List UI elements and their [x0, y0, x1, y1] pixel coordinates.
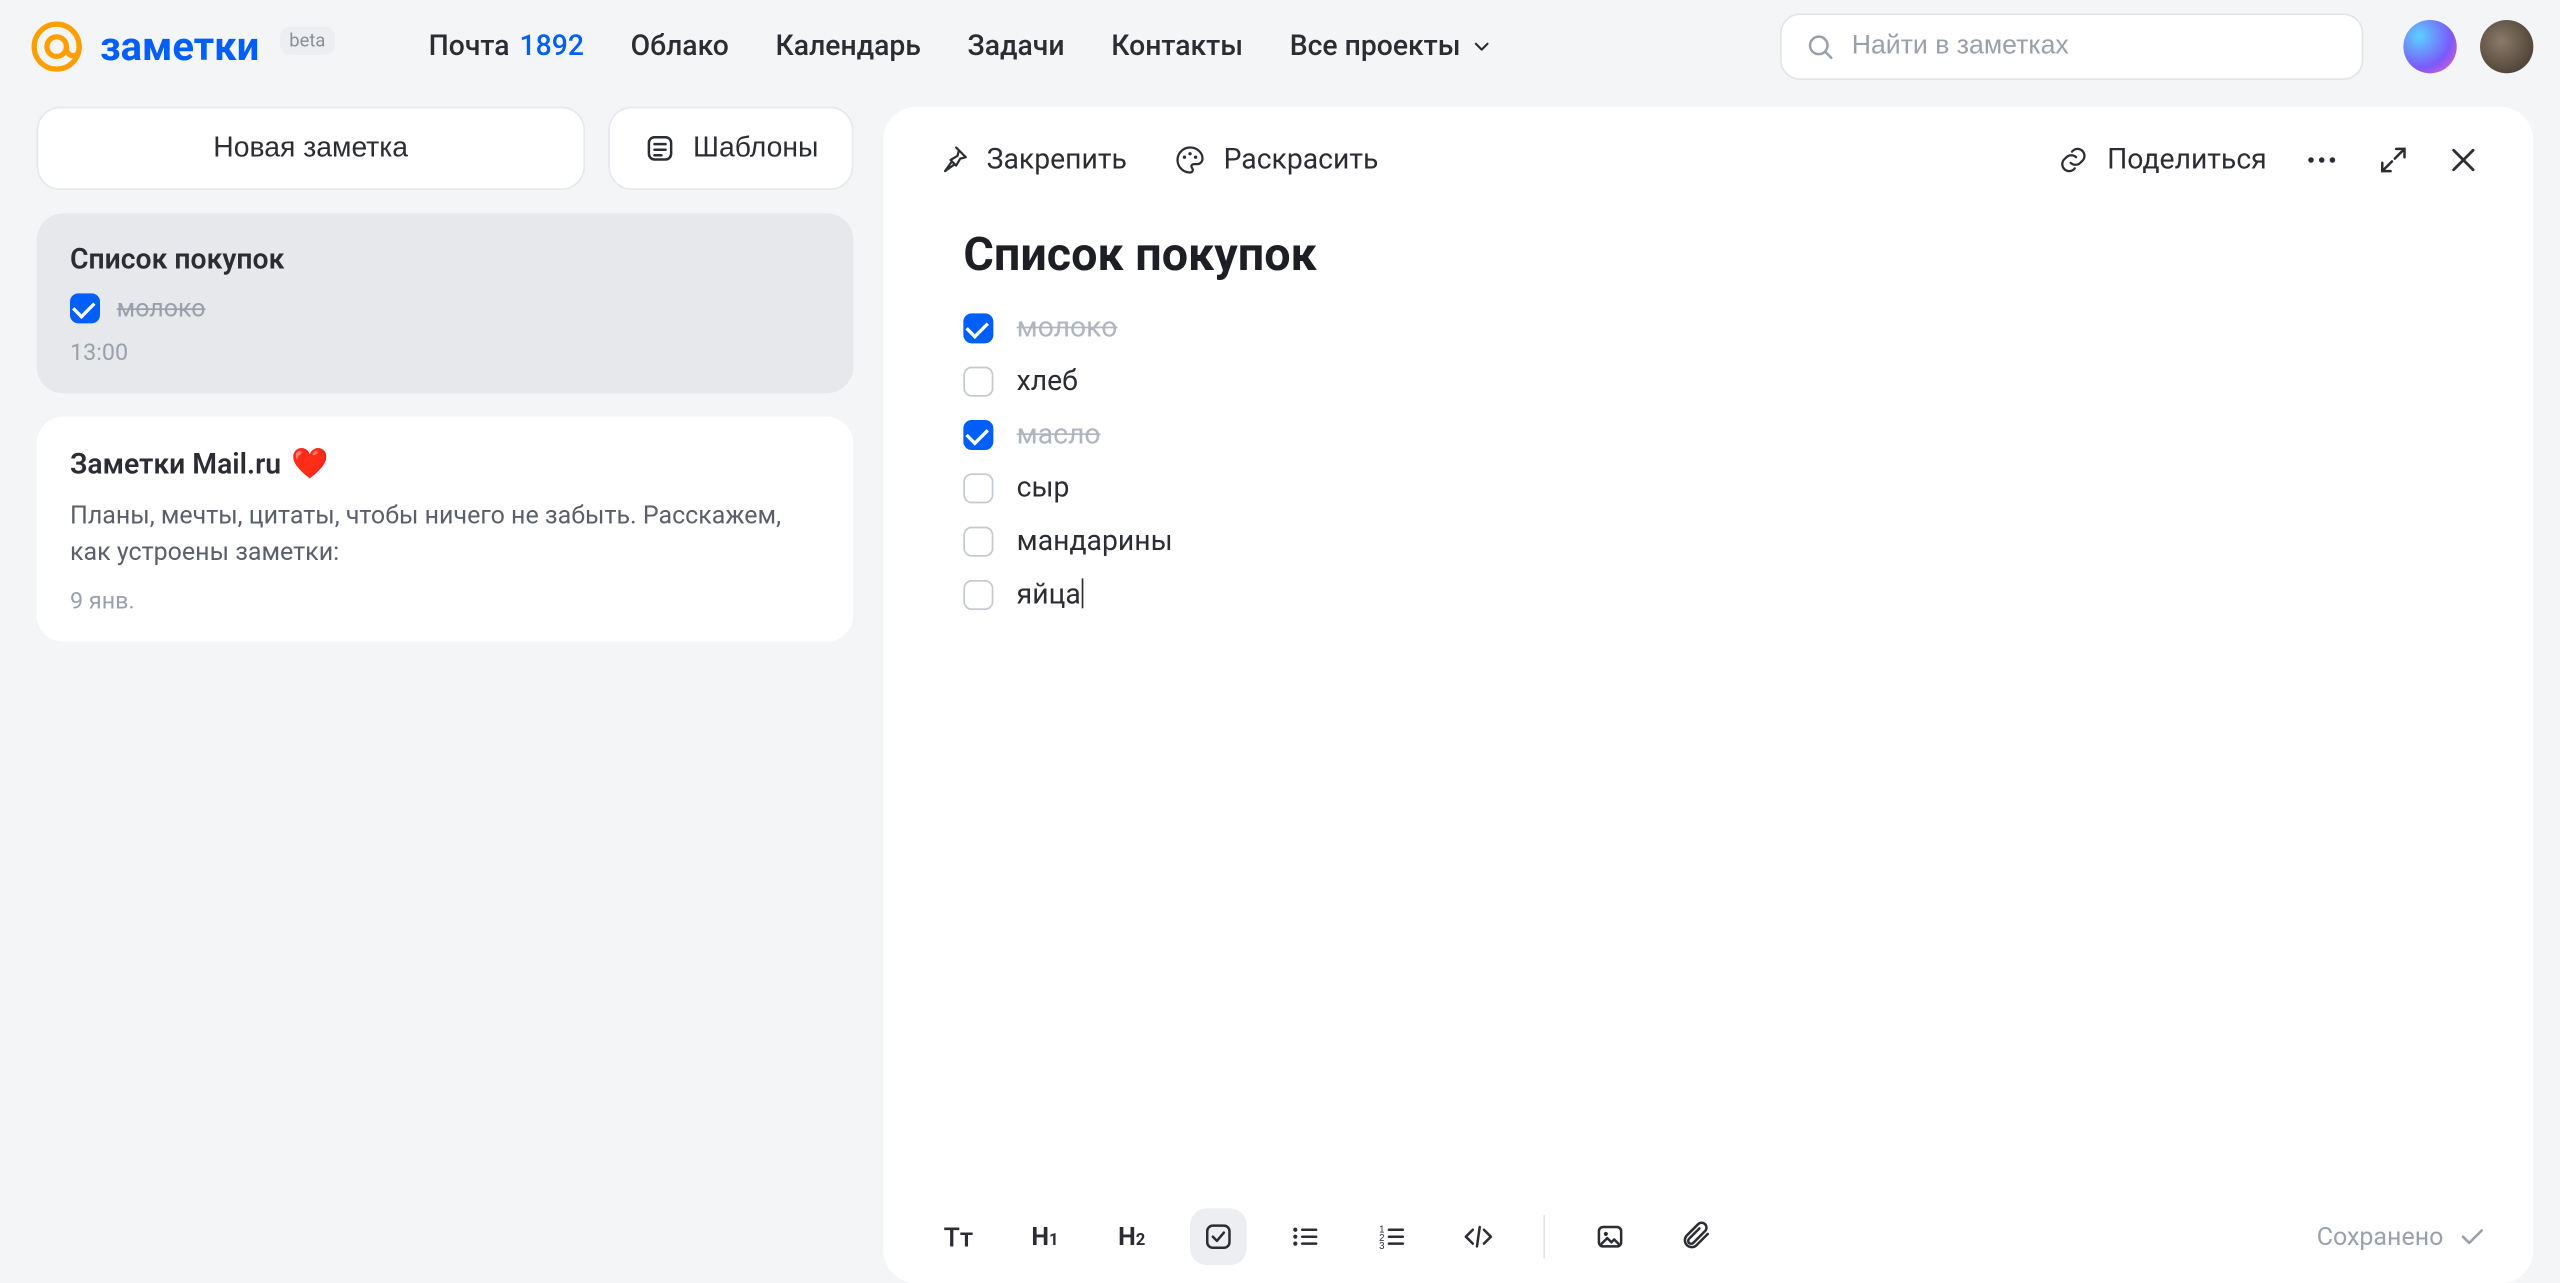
checklist-item[interactable]: мандарины: [963, 525, 2453, 558]
note-card-title: Список покупок: [70, 243, 820, 276]
note-title[interactable]: Список покупок: [963, 227, 2453, 282]
numbered-list-icon: 123: [1375, 1220, 1408, 1253]
at-sign-icon: [27, 17, 87, 77]
separator: [1543, 1215, 1545, 1258]
checkbox[interactable]: [963, 473, 993, 503]
user-avatar[interactable]: [2480, 20, 2533, 73]
assistant-orb-icon[interactable]: [2403, 20, 2456, 73]
sidebar: Новая заметка Шаблоны Список покупок мол…: [37, 107, 854, 1283]
checklist-item-label[interactable]: яйца: [1017, 578, 1084, 611]
templates-icon: [643, 132, 676, 165]
checklist-item-label[interactable]: молоко: [1017, 312, 1118, 345]
bullet-list-icon: [1288, 1220, 1321, 1253]
format-code-button[interactable]: [1450, 1208, 1507, 1265]
heart-icon: ❤️: [291, 447, 328, 482]
color-button[interactable]: Раскрасить: [1174, 143, 1379, 176]
logo-text: заметки: [100, 23, 259, 70]
format-numbered-list-button[interactable]: 123: [1363, 1208, 1420, 1265]
nav-projects[interactable]: Все проекты: [1290, 30, 1494, 63]
format-checklist-button[interactable]: [1190, 1208, 1247, 1265]
logo[interactable]: заметки beta: [27, 17, 336, 77]
note-card-time: 9 янв.: [70, 588, 820, 615]
insert-image-button[interactable]: [1582, 1208, 1639, 1265]
checklist-item[interactable]: молоко: [963, 312, 2453, 345]
note-card[interactable]: Список покупок молоко 13:00: [37, 213, 854, 393]
checklist-item[interactable]: масло: [963, 418, 2453, 451]
nav-cloud[interactable]: Облако: [631, 30, 729, 63]
format-text-button[interactable]: Tт: [930, 1208, 987, 1265]
close-icon: [2447, 143, 2480, 176]
nav-mail[interactable]: Почта 1892: [429, 30, 584, 63]
checklist-item-label[interactable]: сыр: [1017, 472, 1070, 505]
image-icon: [1593, 1220, 1626, 1253]
check-square-icon: [1202, 1220, 1235, 1253]
close-button[interactable]: [2447, 143, 2480, 176]
dots-horizontal-icon: [2303, 142, 2340, 179]
attach-file-button[interactable]: [1668, 1208, 1725, 1265]
checkbox[interactable]: [963, 420, 993, 450]
sidebar-actions: Новая заметка Шаблоны: [37, 107, 854, 190]
checkbox[interactable]: [963, 367, 993, 397]
checkbox[interactable]: [963, 580, 993, 610]
search-box[interactable]: [1780, 13, 2363, 80]
note-card-title: Заметки Mail.ru ❤️: [70, 447, 820, 482]
checkbox-icon: [70, 293, 100, 323]
format-bullet-list-button[interactable]: [1277, 1208, 1334, 1265]
expand-button[interactable]: [2377, 143, 2410, 176]
checklist-item[interactable]: яйца: [963, 578, 2453, 611]
nav-contacts[interactable]: Контакты: [1111, 30, 1243, 63]
editor-format-bar: Tт H1 H2 123 Сохранено: [883, 1190, 2533, 1283]
main-layout: Новая заметка Шаблоны Список покупок мол…: [0, 93, 2560, 1283]
nav-calendar[interactable]: Календарь: [776, 30, 921, 63]
checklist-item-label[interactable]: масло: [1017, 418, 1101, 451]
share-button[interactable]: Поделиться: [2057, 143, 2267, 176]
checklist-item[interactable]: сыр: [963, 472, 2453, 505]
format-h1-button[interactable]: H1: [1017, 1208, 1074, 1265]
editor-pane: Закрепить Раскрасить Поделиться: [883, 107, 2533, 1283]
check-icon: [2457, 1222, 2487, 1252]
code-icon: [1462, 1220, 1495, 1253]
palette-icon: [1174, 143, 1207, 176]
paperclip-icon: [1680, 1220, 1713, 1253]
beta-badge: beta: [279, 27, 335, 55]
expand-icon: [2377, 143, 2410, 176]
checkbox[interactable]: [963, 527, 993, 557]
editor-toolbar: Закрепить Раскрасить Поделиться: [883, 107, 2533, 214]
save-status: Сохранено: [2317, 1222, 2487, 1252]
note-card[interactable]: Заметки Mail.ru ❤️ Планы, мечты, цитаты,…: [37, 417, 854, 641]
note-card-time: 13:00: [70, 340, 820, 367]
new-note-button[interactable]: Новая заметка: [37, 107, 585, 190]
note-card-body: Планы, мечты, цитаты, чтобы ничего не за…: [70, 498, 820, 571]
format-h2-button[interactable]: H2: [1103, 1208, 1160, 1265]
app-header: заметки beta Почта 1892 Облако Календарь…: [0, 0, 2560, 93]
note-card-preview: молоко: [70, 293, 820, 323]
link-icon: [2057, 143, 2090, 176]
pin-button[interactable]: Закрепить: [937, 143, 1127, 176]
pin-icon: [937, 143, 970, 176]
checklist-item-label[interactable]: мандарины: [1017, 525, 1173, 558]
search-input[interactable]: [1852, 32, 2339, 62]
header-right: [2403, 20, 2533, 73]
top-nav: Почта 1892 Облако Календарь Задачи Конта…: [429, 30, 1494, 63]
nav-tasks[interactable]: Задачи: [968, 30, 1065, 63]
chevron-down-icon: [1471, 35, 1494, 58]
svg-text:3: 3: [1379, 1241, 1384, 1252]
checkbox[interactable]: [963, 313, 993, 343]
checklist[interactable]: молоко хлеб масло сыр мандарины яйца: [963, 312, 2453, 612]
editor-body[interactable]: Список покупок молоко хлеб масло сыр мандари…: [883, 213, 2533, 1190]
templates-button[interactable]: Шаблоны: [608, 107, 853, 190]
checklist-item[interactable]: хлеб: [963, 365, 2453, 398]
checklist-item-label[interactable]: хлеб: [1017, 365, 1078, 398]
more-button[interactable]: [2303, 142, 2340, 179]
search-icon: [1805, 32, 1835, 62]
